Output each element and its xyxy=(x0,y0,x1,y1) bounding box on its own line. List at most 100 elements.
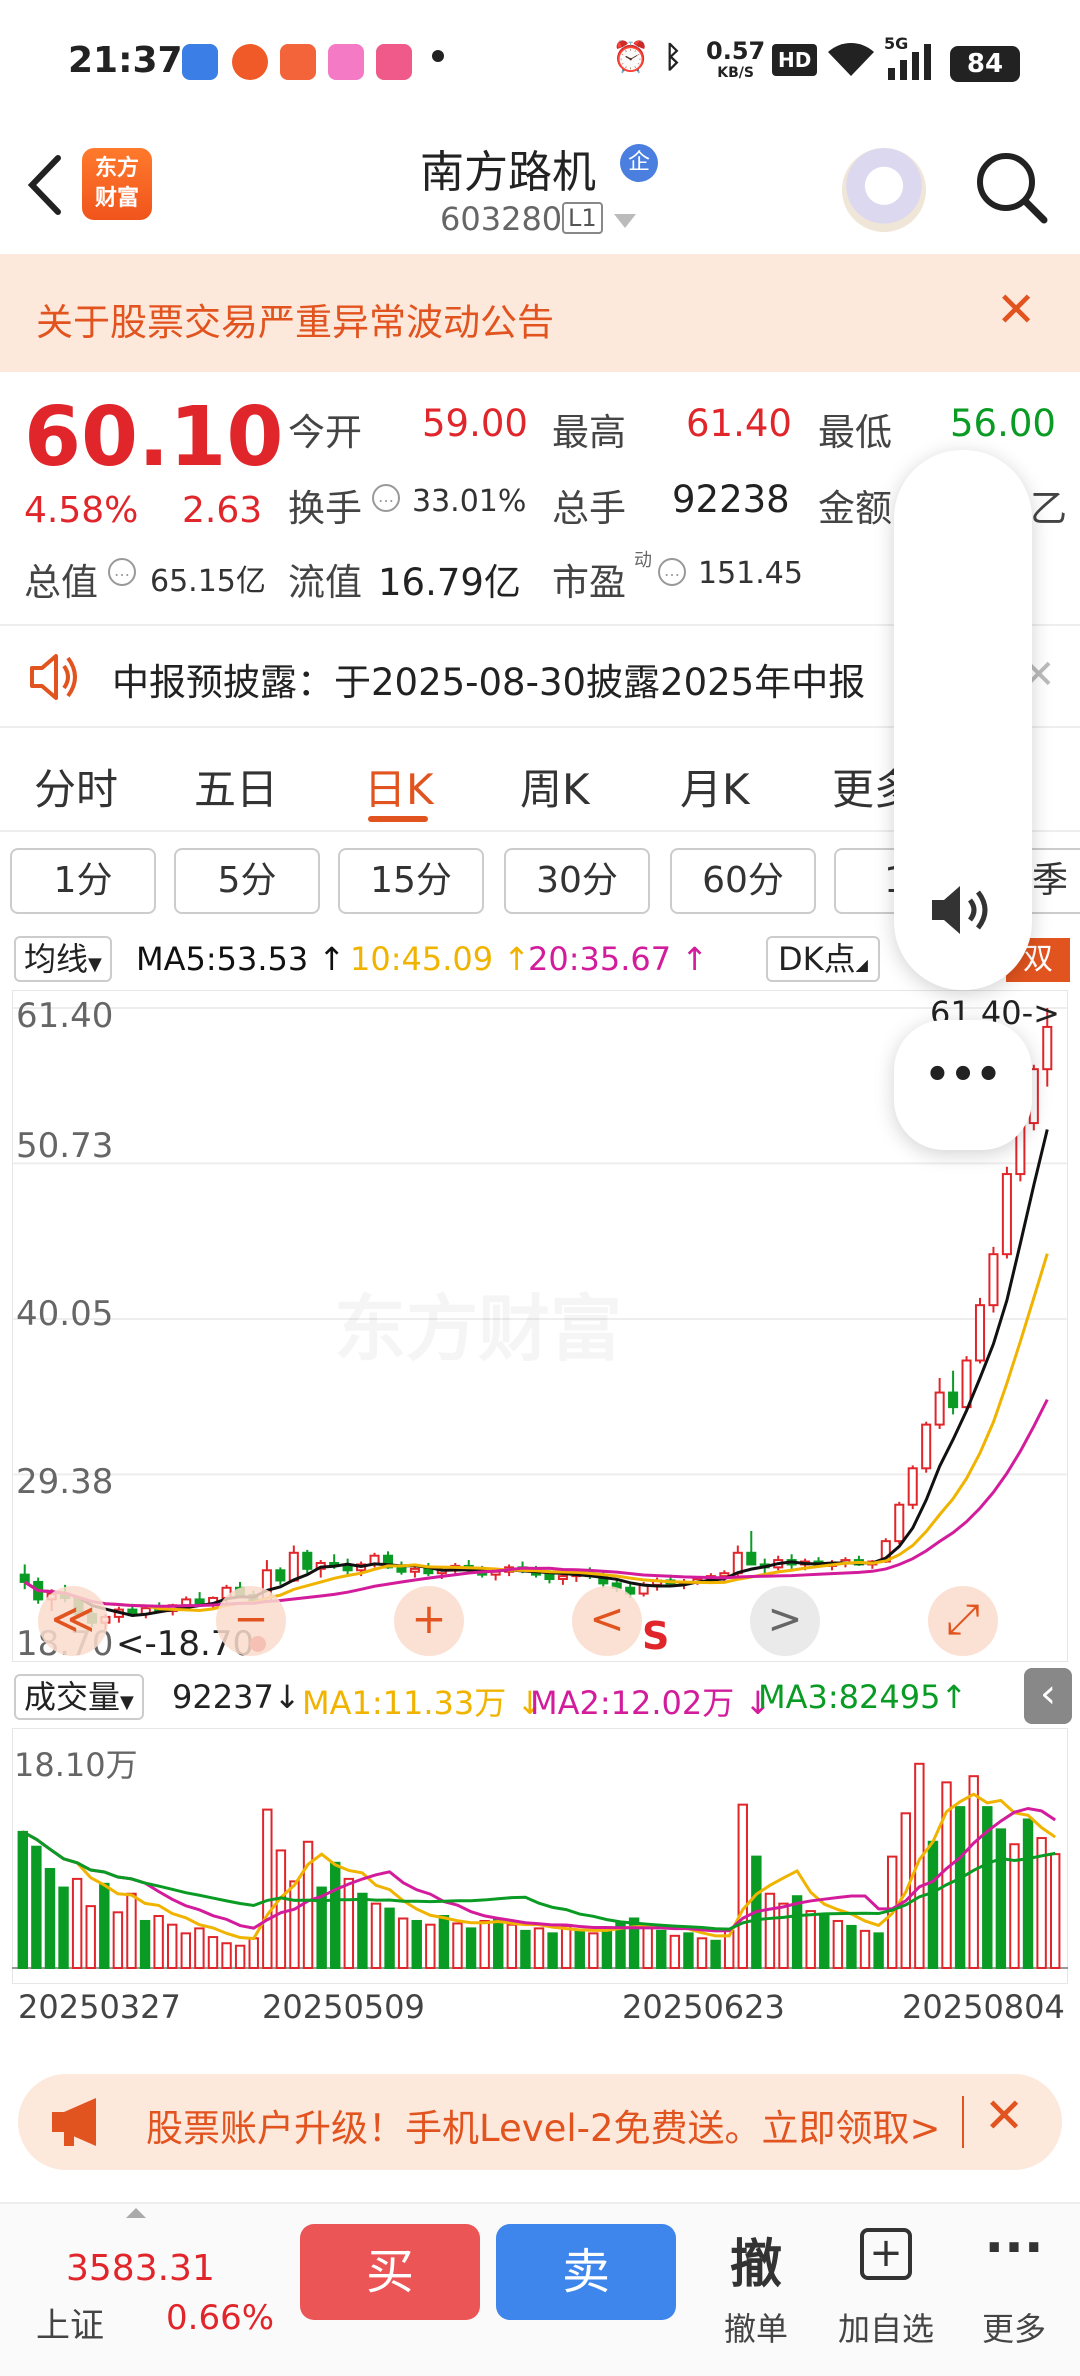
expand-up-icon[interactable] xyxy=(126,2208,146,2218)
volume-bar xyxy=(153,1915,164,1969)
period-5min[interactable]: 5分 xyxy=(174,848,320,914)
volume-chart[interactable] xyxy=(12,1728,1068,1984)
info-icon[interactable]: … xyxy=(108,558,136,586)
candle-body xyxy=(974,1304,986,1362)
index-change[interactable]: 0.66% xyxy=(166,2298,274,2338)
change-percent: 4.58% xyxy=(24,490,139,531)
volume-bar xyxy=(927,1840,939,1969)
dk-point-selector[interactable]: DK点◢ xyxy=(766,936,880,982)
risk-notice-banner[interactable]: 关于股票交易严重异常波动公告 ✕ xyxy=(0,254,1080,372)
stock-code[interactable]: 603280 xyxy=(440,200,562,238)
buy-button[interactable]: 买 xyxy=(300,2224,480,2320)
system-volume-panel[interactable] xyxy=(894,450,1032,990)
volume-bar xyxy=(601,1927,613,1970)
volume-bar xyxy=(425,1923,436,1970)
cancel-order-icon[interactable]: 撤 xyxy=(706,2222,806,2297)
fullscreen-button[interactable]: ⤢ xyxy=(928,1586,998,1656)
candle-body xyxy=(934,1391,945,1426)
add-watchlist-label[interactable]: 加自选 xyxy=(826,2304,946,2350)
volume-bar xyxy=(17,1830,29,1969)
index-name[interactable]: 上证 xyxy=(36,2298,104,2347)
zoom-out-button[interactable]: − xyxy=(216,1586,286,1656)
pe-superscript: 动 xyxy=(634,550,652,571)
tab-weekly-k[interactable]: 周K xyxy=(520,756,590,817)
more-options-button[interactable]: ••• xyxy=(894,1020,1032,1150)
volume-bar xyxy=(533,1927,545,1970)
app-notification-icon xyxy=(280,44,316,80)
announcement-text[interactable]: 中报预披露：于2025-08-30披露2025年中报 xyxy=(112,652,865,706)
volume-label: 总手 xyxy=(552,487,626,530)
candle-body xyxy=(342,1564,353,1572)
tab-five-day[interactable]: 五日 xyxy=(194,756,278,817)
volume-bar xyxy=(71,1877,83,1970)
volume-bar xyxy=(493,1917,504,1969)
megaphone-icon xyxy=(46,2096,110,2152)
ma-selector[interactable]: 均线▼ xyxy=(14,936,112,982)
volume-bar xyxy=(384,1907,395,1969)
rewind-button[interactable]: ≪ xyxy=(38,1586,108,1656)
candle-body xyxy=(288,1551,299,1582)
volume-bar xyxy=(262,1808,273,1970)
period-30min[interactable]: 30分 xyxy=(504,848,650,914)
tab-intraday[interactable]: 分时 xyxy=(34,756,118,817)
prev-candle-button[interactable]: < xyxy=(572,1586,642,1656)
sell-button[interactable]: 卖 xyxy=(496,2224,676,2320)
add-watchlist-icon[interactable]: + xyxy=(860,2228,912,2280)
volume-bar xyxy=(289,1880,300,1969)
volume-bar xyxy=(873,1932,884,1970)
volume-bar xyxy=(656,1929,667,1969)
assistant-robot-icon[interactable] xyxy=(842,148,926,232)
candle-body xyxy=(194,1598,205,1605)
volume-bar xyxy=(1049,1853,1061,1969)
chevron-down-icon[interactable] xyxy=(614,214,636,228)
signal-type: 5G xyxy=(884,34,909,53)
vol-ma1-legend: MA1:11.33万 ↓ xyxy=(302,1684,544,1722)
app-logo[interactable]: 东方 财富 xyxy=(82,148,152,220)
zoom-in-button[interactable]: + xyxy=(394,1586,464,1656)
volume-bar xyxy=(778,1902,789,1969)
period-15min[interactable]: 15分 xyxy=(338,848,484,914)
back-button[interactable] xyxy=(20,150,70,220)
ma20-value: 20:35.67 xyxy=(528,940,672,978)
tab-daily-k[interactable]: 日K xyxy=(364,756,434,817)
candle-body xyxy=(948,1391,959,1409)
date-label: 20250804 xyxy=(902,1988,1065,2026)
divider xyxy=(962,2096,964,2148)
volume-bar xyxy=(465,1927,477,1970)
search-button[interactable] xyxy=(972,148,1052,228)
close-icon[interactable]: ✕ xyxy=(984,2088,1024,2144)
more-label[interactable]: 更多 xyxy=(954,2304,1074,2350)
info-icon[interactable]: … xyxy=(372,484,400,512)
risk-notice-text[interactable]: 关于股票交易严重异常波动公告 xyxy=(36,292,554,346)
volume-bar xyxy=(574,1929,585,1969)
vol-ma2-legend: MA2:12.02万 ↓ xyxy=(530,1684,772,1722)
volume-bar xyxy=(547,1932,558,1970)
level-badge: L1 xyxy=(562,202,603,234)
collapse-left-icon[interactable]: ‹ xyxy=(1024,1668,1072,1724)
high-label: 最高 xyxy=(552,411,626,454)
period-1min[interactable]: 1分 xyxy=(10,848,156,914)
volume-bar xyxy=(44,1867,56,1969)
cancel-order-label[interactable]: 撤单 xyxy=(696,2304,816,2350)
tab-monthly-k[interactable]: 月K xyxy=(680,756,750,817)
close-icon[interactable]: ✕ xyxy=(996,282,1036,338)
back-arrow-icon xyxy=(27,155,61,215)
period-60min[interactable]: 60分 xyxy=(670,848,816,914)
candle-body xyxy=(302,1551,313,1570)
speaker-volume-icon[interactable] xyxy=(928,880,998,944)
watermark: 东方财富 xyxy=(334,1270,622,1375)
index-value[interactable]: 3583.31 xyxy=(66,2248,215,2289)
volume-bar xyxy=(126,1892,137,1969)
promo-banner[interactable]: 股票账户升级！手机Level-2免费送。立即领取> ✕ xyxy=(18,2074,1062,2170)
volume-bar xyxy=(139,1919,151,1970)
candle-body xyxy=(988,1253,999,1307)
next-candle-button[interactable]: > xyxy=(750,1586,820,1656)
vol-ma1-value: MA1:11.33万 xyxy=(302,1684,507,1722)
volume-bar xyxy=(859,1929,871,1969)
more-icon[interactable]: ··· xyxy=(964,2218,1064,2278)
turnover-value: 33.01% xyxy=(412,484,527,519)
indicator-selector[interactable]: 成交量▼ xyxy=(14,1674,144,1720)
info-icon[interactable]: … xyxy=(658,558,686,586)
promo-text[interactable]: 股票账户升级！手机Level-2免费送。立即领取> xyxy=(146,2098,941,2152)
vol-ma3-legend: MA3:82495↑ xyxy=(758,1678,968,1716)
